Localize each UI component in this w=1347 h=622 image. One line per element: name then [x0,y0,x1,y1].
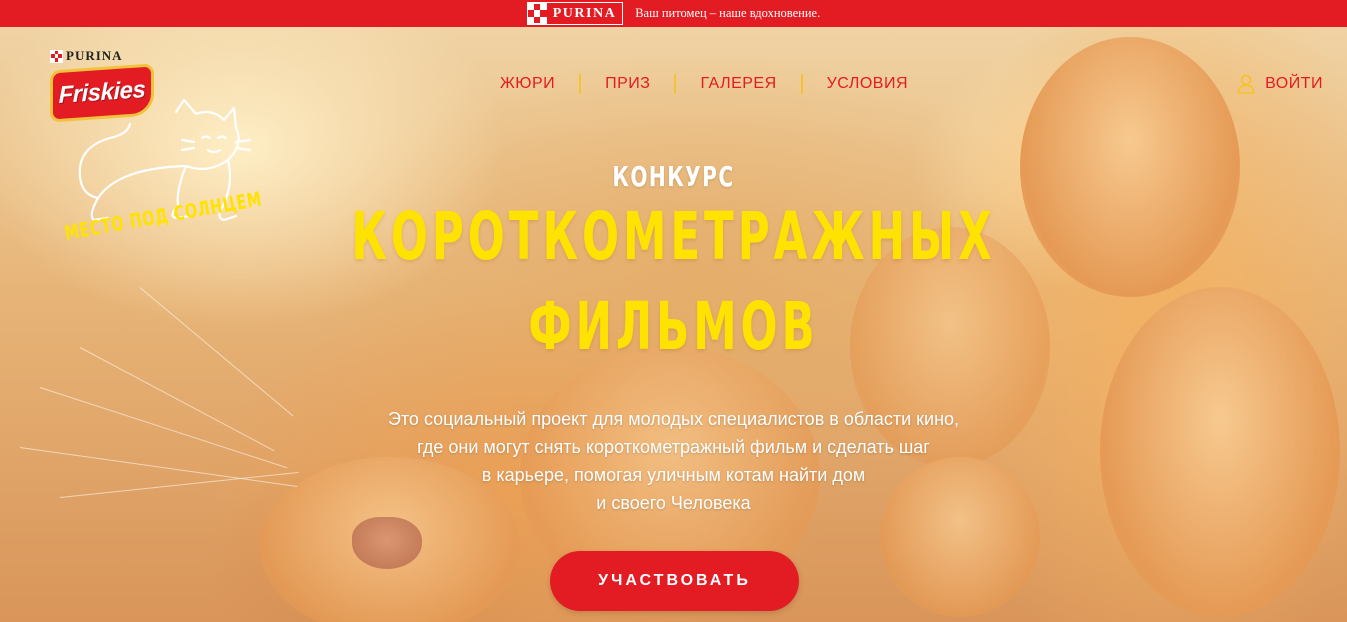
participate-button[interactable]: УЧАСТВОВАТЬ [550,551,799,611]
purina-brand-logo[interactable]: PURINA [526,2,624,25]
hero-title-line2: ФИЛЬМОВ [528,288,819,365]
hero-description-line: в карьере, помогая уличным котам найти д… [481,465,866,485]
nav-item-conditions[interactable]: УСЛОВИЯ [803,74,932,94]
purina-top-bar: PURINA Ваш питомец – наше вдохновение. [0,0,1347,27]
cat-nose [352,517,422,569]
nav-item-prize[interactable]: ПРИЗ [581,74,674,94]
login-button[interactable]: ВОЙТИ [1237,74,1323,94]
main-nav: ЖЮРИ ПРИЗ ГАЛЕРЕЯ УСЛОВИЯ [476,74,932,94]
purina-checkerboard-icon [527,4,547,23]
purina-mini-logo: PURINA [50,48,158,64]
hero-kicker: КОНКУРС [612,160,735,193]
purina-label: PURINA [66,48,123,63]
hero-title-line1: КОРОТКОМЕТРАЖНЫХ [351,198,996,275]
hero-description: Это социальный проект для молодых специа… [0,405,1347,517]
purina-checkerboard-icon [50,49,63,63]
login-label: ВОЙТИ [1265,75,1323,92]
topbar-tagline: Ваш питомец – наше вдохновение. [635,6,821,20]
nav-item-gallery[interactable]: ГАЛЕРЕЯ [676,74,800,94]
hero-description-line: Это социальный проект для молодых специа… [387,409,960,429]
user-icon [1237,74,1255,94]
hero-description-line: где они могут снять короткометражный фил… [417,437,930,457]
hero-description-line: и своего Человека [596,493,751,513]
nav-item-jury[interactable]: ЖЮРИ [476,74,579,94]
landing-page: PURINA Ваш питомец – наше вдохновение. P… [0,0,1347,622]
purina-wordmark: PURINA [546,3,623,24]
